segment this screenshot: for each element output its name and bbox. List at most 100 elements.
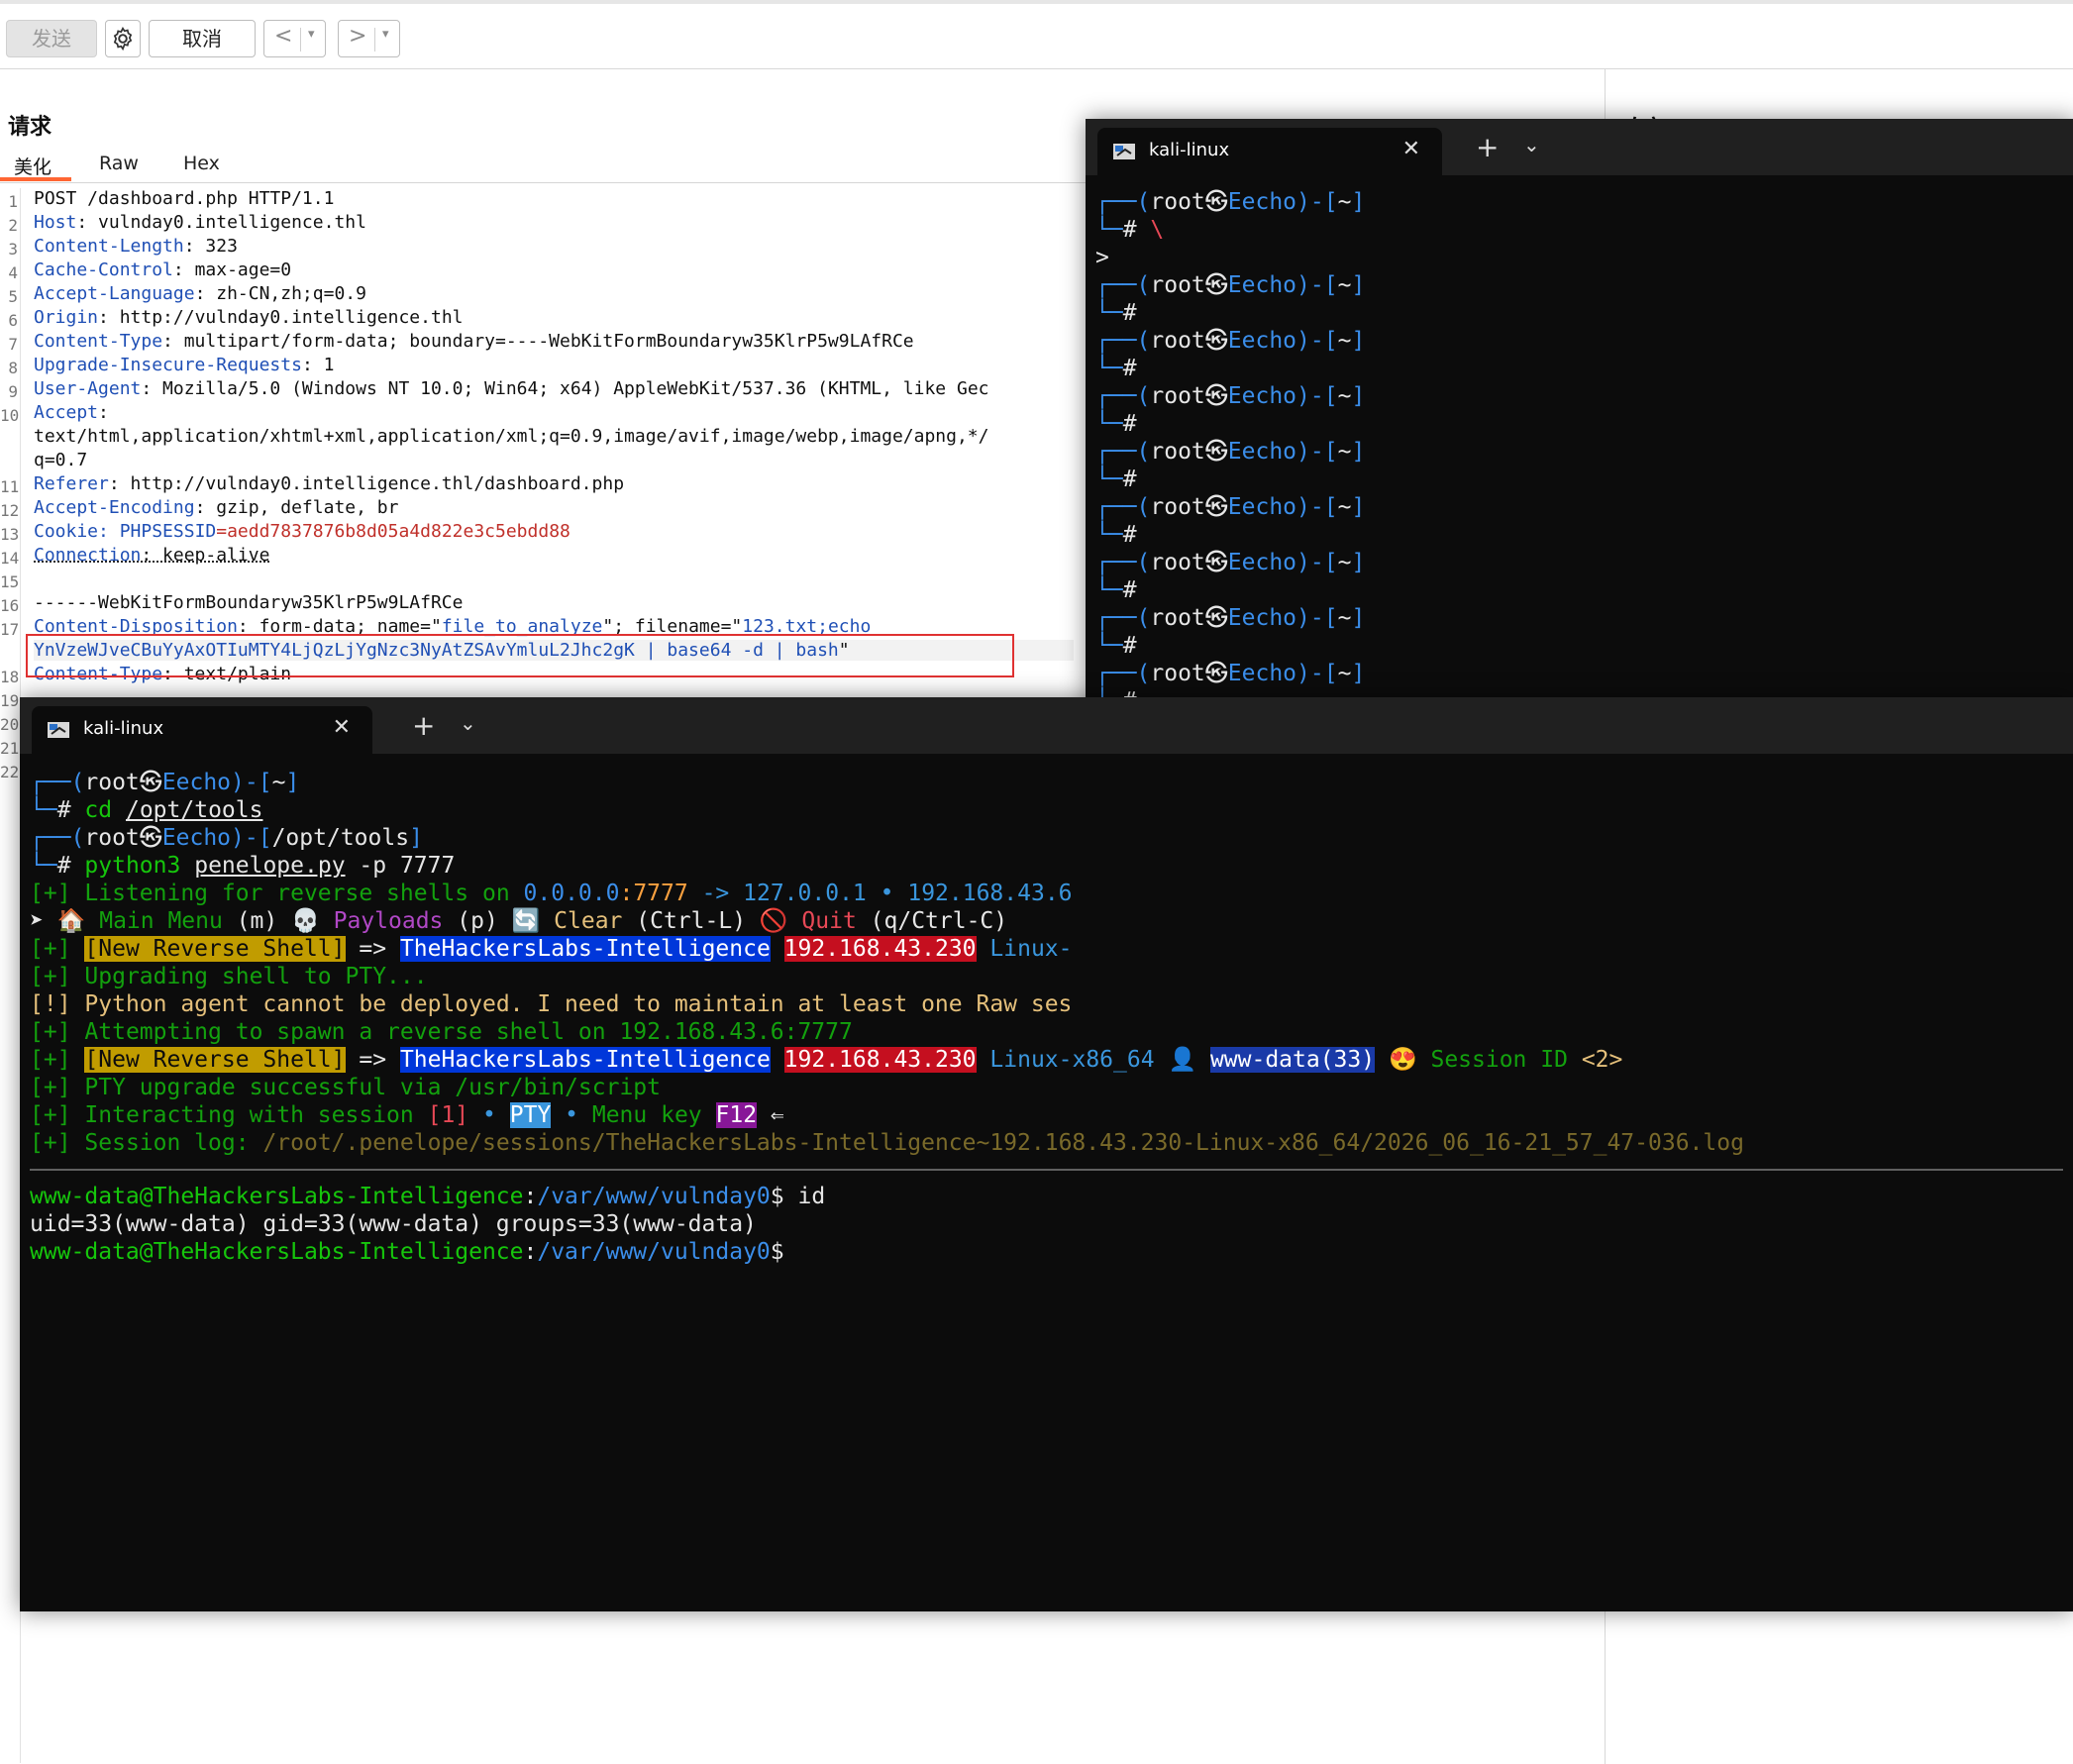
chevron-right-icon: >: [349, 24, 367, 49]
terminal-command: └─#: [1095, 467, 1137, 492]
refresh-icon: 🔄: [511, 908, 541, 934]
kali-linux-icon: [1113, 144, 1135, 159]
request-line: Referer: http://vulnday0.intelligence.th…: [34, 473, 625, 494]
divider: [374, 28, 375, 52]
request-tabs: 美化 Raw Hex: [0, 149, 1089, 183]
terminal-command: └─#: [1095, 356, 1137, 381]
divider: [300, 28, 301, 52]
chevron-left-icon: <: [274, 24, 293, 49]
settings-button[interactable]: [105, 20, 141, 57]
terminal-titlebar: kali-linux ✕ + ⌄: [1086, 119, 2073, 175]
chevron-down-icon[interactable]: ⌄: [460, 711, 476, 735]
pty-line: [+] PTY upgrade successful via /usr/bin/…: [30, 1075, 661, 1100]
request-title: 请求: [8, 115, 52, 140]
line-number: 10: [0, 406, 20, 425]
session-log-line: [+] Session log: /root/.penelope/session…: [30, 1130, 1744, 1156]
separator-line: [30, 1169, 2063, 1171]
smiling-face-icon: 😍: [1388, 1047, 1417, 1073]
terminal-prompt: ┌──(root㉿Eecho)-[~]: [1095, 550, 1366, 575]
listening-line: [+] Listening for reverse shells on 0.0.…: [30, 881, 1073, 906]
line-number: 4: [8, 263, 18, 282]
terminal-command: └─#: [1095, 300, 1137, 326]
tab-pretty[interactable]: 美化: [14, 153, 52, 179]
request-line: Host: vulnday0.intelligence.thl: [34, 212, 366, 233]
chevron-down-icon[interactable]: ⌄: [1523, 133, 1540, 156]
forward-button[interactable]: > ▾: [338, 20, 400, 57]
prohibited-icon: 🚫: [759, 908, 788, 934]
back-button[interactable]: < ▾: [263, 20, 326, 57]
line-number: 3: [8, 240, 18, 259]
terminal-prompt: ┌──(root㉿Eecho)-[~]: [1095, 383, 1366, 409]
upgrading-line: [+] Upgrading shell to PTY...: [30, 964, 428, 989]
line-number: 15: [0, 572, 20, 591]
request-line: Origin: http://vulnday0.intelligence.thl: [34, 307, 464, 328]
line-number: 1: [8, 192, 18, 211]
request-line: Accept-Encoding: gzip, deflate, br: [34, 497, 399, 518]
close-icon[interactable]: ✕: [333, 715, 351, 740]
line-number: 9: [8, 382, 18, 401]
cancel-button[interactable]: 取消: [149, 20, 256, 57]
close-icon[interactable]: ✕: [1402, 137, 1420, 161]
terminal-tab[interactable]: kali-linux ✕: [32, 706, 372, 754]
terminal-prompt: ┌──(root㉿Eecho)-[~]: [1095, 494, 1366, 520]
new-tab-plus-icon[interactable]: +: [412, 709, 435, 742]
terminal-tab-title: kali-linux: [83, 718, 164, 739]
line-number: 5: [8, 287, 18, 306]
new-shell-line: [+] [New Reverse Shell] => TheHackersLab…: [30, 1047, 1623, 1073]
chevron-down-icon[interactable]: ▾: [382, 27, 389, 42]
line-number: 19: [0, 691, 20, 710]
line-number: 2: [8, 216, 18, 235]
request-line: Content-Type: multipart/form-data; bound…: [34, 331, 914, 352]
request-line: Upgrade-Insecure-Requests: 1: [34, 355, 335, 375]
terminal-window-left[interactable]: kali-linux ✕ + ⌄ ┌──(root㉿Eecho)-[~] └─#…: [20, 697, 2073, 1611]
line-number: 12: [0, 501, 20, 520]
line-number: 7: [8, 335, 18, 354]
terminal-command: └─# \: [1095, 217, 1165, 243]
penelope-menu-line: ➤ 🏠 Main Menu (m) 💀 Payloads (p) 🔄 Clear…: [30, 908, 1008, 934]
request-line: ------WebKitFormBoundaryw35KlrP5w9LAfRCe: [34, 592, 464, 613]
request-line: text/html,application/xhtml+xml,applicat…: [34, 426, 989, 447]
chevron-down-icon[interactable]: ▾: [308, 27, 315, 42]
request-line: Cache-Control: max-age=0: [34, 259, 292, 280]
terminal-tab-title: kali-linux: [1149, 140, 1230, 160]
request-line: POST /dashboard.php HTTP/1.1: [34, 188, 335, 209]
new-shell-line: [+] [New Reverse Shell] => TheHackersLab…: [30, 936, 1073, 962]
warning-line: [!] Python agent cannot be deployed. I n…: [30, 991, 1073, 1017]
terminal-prompt: ┌──(root㉿Eecho)-[/opt/tools]: [30, 825, 423, 851]
line-number: 22: [0, 763, 20, 781]
continuation-line: >: [1095, 245, 1109, 270]
new-tab-plus-icon[interactable]: +: [1476, 131, 1499, 163]
send-button[interactable]: 发送: [6, 20, 97, 57]
user-icon: 👤: [1168, 1047, 1197, 1073]
terminal-prompt: ┌──(root㉿Eecho)-[~]: [1095, 328, 1366, 354]
gear-icon: [113, 26, 133, 52]
terminal-command: └─#: [1095, 411, 1137, 437]
line-number: 11: [0, 477, 20, 496]
terminal-prompt: ┌──(root㉿Eecho)-[~]: [1095, 189, 1366, 215]
terminal-tab[interactable]: kali-linux ✕: [1097, 128, 1442, 175]
active-tab-indicator: [0, 177, 71, 181]
terminal-prompt: ┌──(root㉿Eecho)-[~]: [1095, 272, 1366, 298]
request-line: Accept-Language: zh-CN,zh;q=0.9: [34, 283, 366, 304]
line-number: 13: [0, 525, 20, 544]
attempting-line: [+] Attempting to spawn a reverse shell …: [30, 1019, 853, 1045]
shell-command-line: www-data@TheHackersLabs-Intelligence:/va…: [30, 1184, 826, 1209]
terminal-command: └─#: [1095, 522, 1137, 548]
line-number: 14: [0, 549, 20, 568]
terminal-command: └─# python3 penelope.py -p 7777: [30, 853, 456, 879]
tab-raw[interactable]: Raw: [99, 153, 139, 174]
skull-icon: 💀: [291, 908, 320, 934]
payload-highlight-box: [26, 634, 1014, 677]
shell-prompt-line: www-data@TheHackersLabs-Intelligence:/va…: [30, 1239, 784, 1265]
request-line: q=0.7: [34, 450, 88, 470]
request-line: User-Agent: Mozilla/5.0 (Windows NT 10.0…: [34, 378, 989, 399]
line-number: 17: [0, 620, 20, 639]
tab-hex[interactable]: Hex: [183, 153, 220, 174]
line-number: 21: [0, 739, 20, 758]
kali-linux-icon: [48, 722, 69, 738]
request-line: Content-Length: 323: [34, 236, 238, 257]
terminal-prompt: ┌──(root㉿Eecho)-[~]: [1095, 605, 1366, 631]
terminal-command: └─#: [1095, 633, 1137, 659]
line-number: 20: [0, 715, 20, 734]
terminal-command: └─# cd /opt/tools: [30, 797, 263, 823]
